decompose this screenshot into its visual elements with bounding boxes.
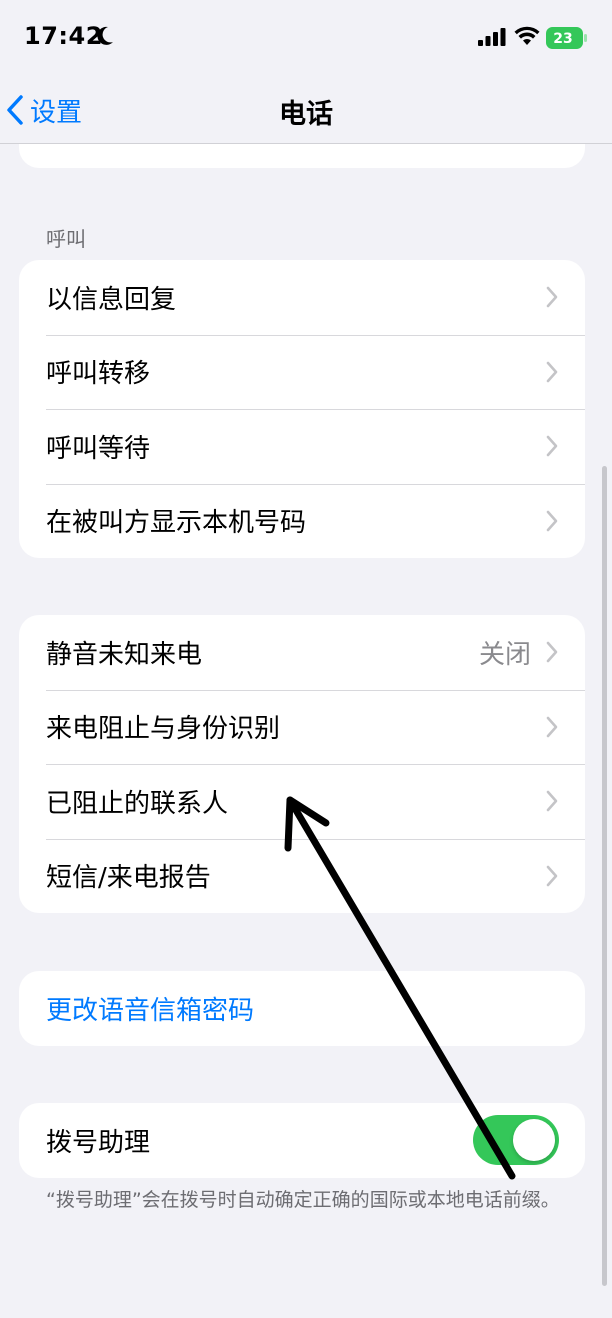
row-call-blocking-identification[interactable]: 来电阻止与身份识别: [19, 689, 585, 765]
row-call-waiting[interactable]: 呼叫等待: [19, 409, 585, 484]
row-sms-call-reporting[interactable]: 短信/来电报告: [19, 838, 585, 914]
section-header-calls: 呼叫: [46, 227, 86, 251]
chevron-right-icon: [546, 716, 558, 738]
row-show-caller-id[interactable]: 在被叫方显示本机号码: [19, 483, 585, 559]
calls-group: 以信息回复 呼叫转移 呼叫等待 在被叫方显示本机号码: [19, 260, 585, 558]
page-title: 电话: [279, 99, 333, 130]
scroll-indicator[interactable]: [602, 466, 607, 1286]
chevron-right-icon: [546, 286, 558, 308]
wifi-icon: [514, 26, 540, 45]
chevron-right-icon: [546, 510, 558, 532]
navigation-bar: 设置 电话: [0, 78, 612, 144]
row-label: 以信息回复: [46, 284, 177, 315]
row-label: 拨号助理: [46, 1127, 151, 1158]
blocking-group: 静音未知来电 关闭 来电阻止与身份识别 已阻止的联系人 短信/来电报告: [19, 615, 585, 913]
change-voicemail-password-label: 更改语音信箱密码: [46, 995, 255, 1026]
row-value: 关闭: [478, 639, 531, 670]
row-call-forwarding[interactable]: 呼叫转移: [19, 334, 585, 410]
battery-level-text: 23: [553, 31, 572, 47]
row-silence-unknown-callers[interactable]: 静音未知来电 关闭: [19, 615, 585, 690]
dial-assist-toggle[interactable]: [473, 1115, 559, 1166]
chevron-right-icon: [546, 790, 558, 812]
row-dial-assist: 拨号助理: [19, 1103, 585, 1178]
row-label: 短信/来电报告: [46, 863, 211, 894]
row-blocked-contacts[interactable]: 已阻止的联系人: [19, 764, 585, 839]
row-label: 来电阻止与身份识别: [46, 714, 281, 745]
chevron-right-icon: [546, 865, 558, 887]
dial-assist-group: 拨号助理: [19, 1103, 585, 1178]
row-label: 呼叫转移: [46, 359, 151, 390]
row-label: 呼叫等待: [46, 433, 151, 464]
toggle-knob: [513, 1119, 555, 1162]
chevron-right-icon: [546, 435, 558, 457]
previous-group-bottom: [19, 144, 585, 168]
dial-assist-footer: “拨号助理”会在拨号时自动确定正确的国际或本地电话前缀。: [46, 1189, 560, 1211]
row-label: 已阻止的联系人: [46, 788, 229, 819]
status-bar: 17:42 23: [0, 0, 612, 78]
row-label: 静音未知来电: [46, 639, 203, 670]
chevron-right-icon: [546, 361, 558, 383]
cellular-signal-icon: [478, 28, 506, 46]
voicemail-group: 更改语音信箱密码: [19, 971, 585, 1046]
status-time: 17:42: [24, 22, 103, 50]
battery-icon: 23: [546, 27, 587, 49]
change-voicemail-password-button[interactable]: 更改语音信箱密码: [19, 971, 585, 1046]
chevron-right-icon: [546, 641, 558, 663]
row-respond-with-text[interactable]: 以信息回复: [19, 260, 585, 335]
row-label: 在被叫方显示本机号码: [46, 508, 307, 539]
moon-icon: [97, 26, 113, 45]
